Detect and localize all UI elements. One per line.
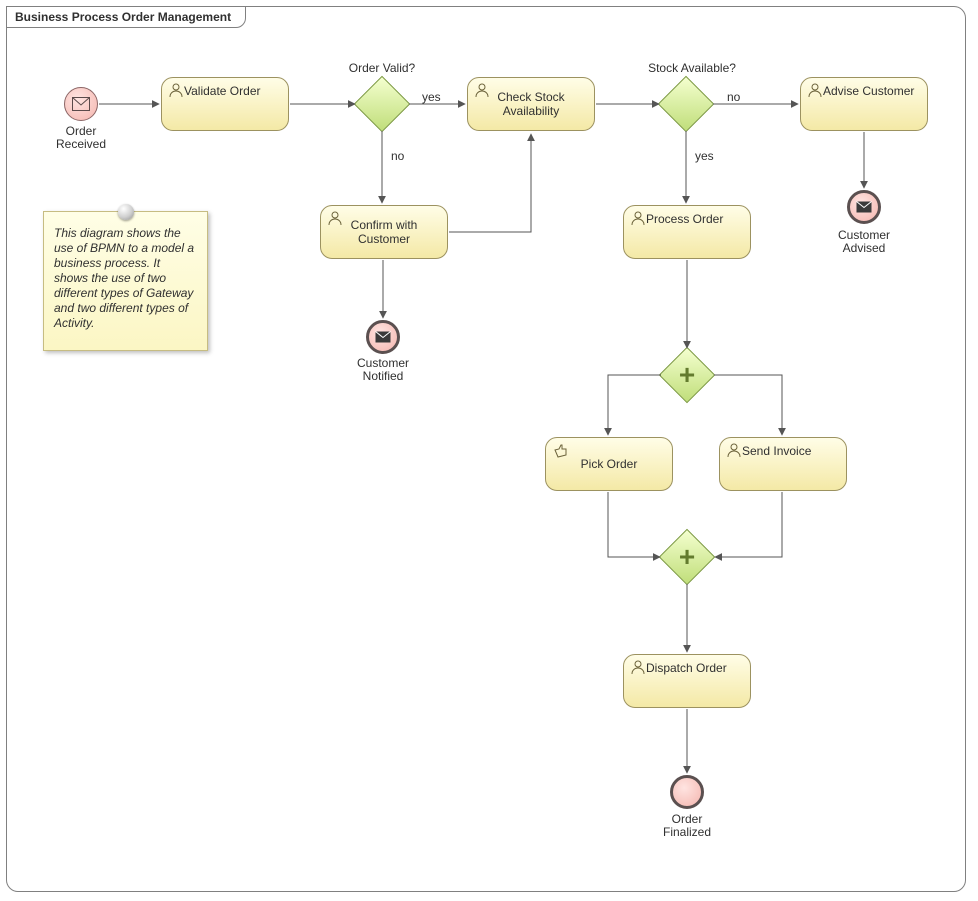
task-pick-order[interactable]: Pick Order xyxy=(545,437,673,491)
event-customer-advised[interactable] xyxy=(847,190,881,224)
diagram-frame: Business Process Order Management This d… xyxy=(6,6,966,892)
task-process-order[interactable]: Process Order xyxy=(623,205,751,259)
task-label: Check StockAvailability xyxy=(468,78,594,130)
task-label: Advise Customer xyxy=(823,84,921,98)
task-dispatch-order[interactable]: Dispatch Order xyxy=(623,654,751,708)
user-icon xyxy=(726,442,742,461)
task-label: Dispatch Order xyxy=(646,661,744,675)
gateway-stock-available[interactable] xyxy=(666,84,706,124)
task-label: Confirm withCustomer xyxy=(321,206,447,258)
task-advise-customer[interactable]: Advise Customer xyxy=(800,77,928,131)
event-order-finalized[interactable] xyxy=(670,775,704,809)
task-label: Validate Order xyxy=(184,84,282,98)
task-check-stock[interactable]: Check StockAvailability xyxy=(467,77,595,131)
task-send-invoice[interactable]: Send Invoice xyxy=(719,437,847,491)
task-label: Process Order xyxy=(646,212,744,226)
task-validate-order[interactable]: Validate Order xyxy=(161,77,289,131)
gateway-label-stock-available: Stock Available? xyxy=(642,61,742,75)
task-confirm-customer[interactable]: Confirm withCustomer xyxy=(320,205,448,259)
event-order-received[interactable] xyxy=(64,87,98,121)
event-customer-notified[interactable] xyxy=(366,320,400,354)
user-icon xyxy=(807,82,823,101)
gateway-parallel-join[interactable]: + xyxy=(667,537,707,577)
gateway-parallel-split[interactable]: + xyxy=(667,355,707,395)
edge-label-stock-yes: yes xyxy=(695,149,714,163)
diagram-note: This diagram shows the use of BPMN to a … xyxy=(43,211,208,351)
gateway-label-order-valid: Order Valid? xyxy=(347,61,417,75)
event-label-order-finalized: OrderFinalized xyxy=(647,813,727,839)
task-label: Send Invoice xyxy=(742,444,840,458)
event-label-order-received: OrderReceived xyxy=(41,125,121,151)
diagram-title: Business Process Order Management xyxy=(6,6,246,28)
task-label: Pick Order xyxy=(546,438,672,490)
user-icon xyxy=(168,82,184,101)
event-label-customer-notified: CustomerNotified xyxy=(343,357,423,383)
gateway-order-valid[interactable] xyxy=(362,84,402,124)
edge-label-order-valid-no: no xyxy=(391,149,404,163)
user-icon xyxy=(630,210,646,229)
user-icon xyxy=(630,659,646,678)
edge-label-stock-no: no xyxy=(727,90,740,104)
event-label-customer-advised: CustomerAdvised xyxy=(824,229,904,255)
edge-label-order-valid-yes: yes xyxy=(422,90,441,104)
